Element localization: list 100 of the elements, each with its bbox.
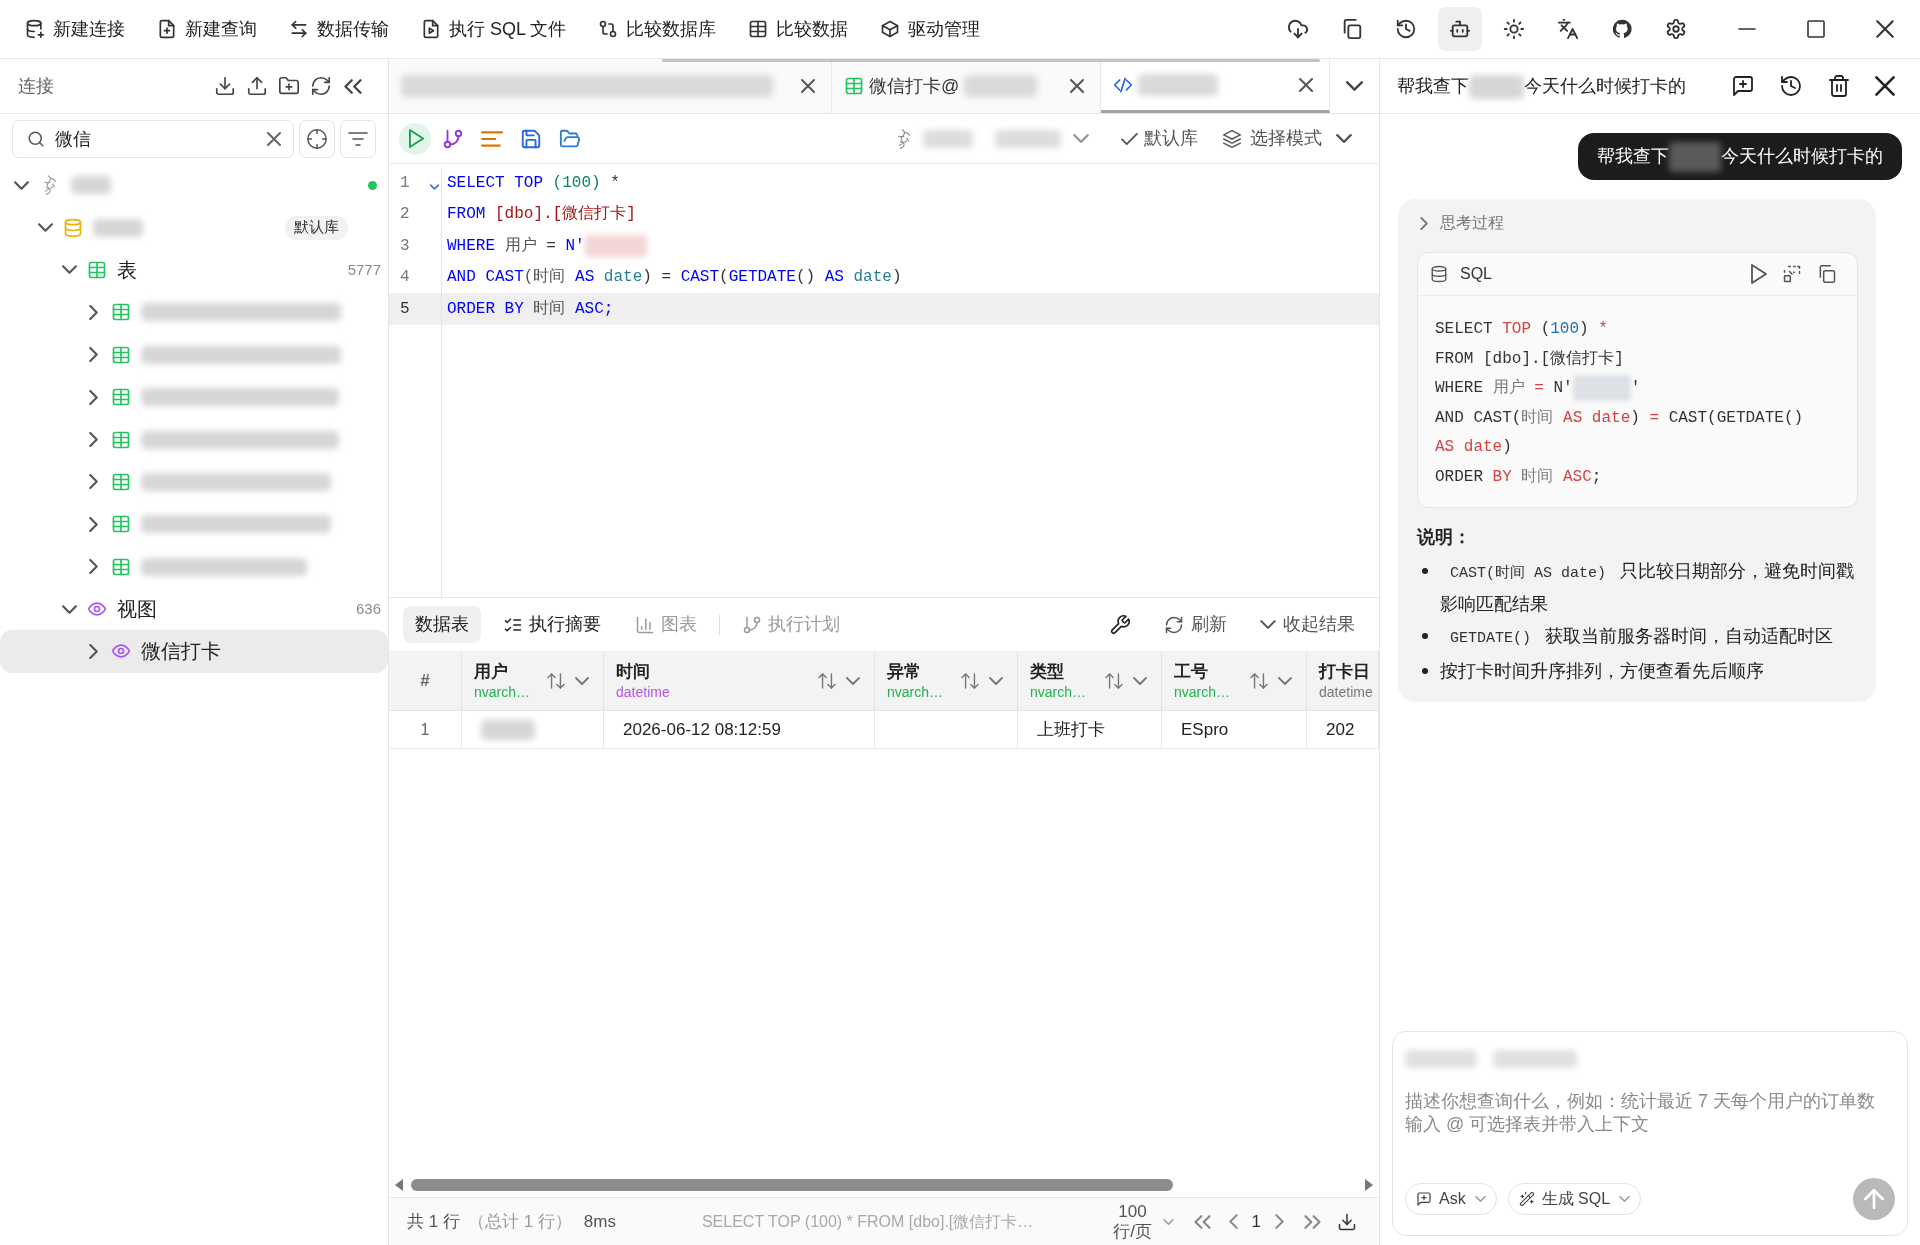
branch-icon: [742, 614, 762, 635]
close-icon[interactable]: [1876, 20, 1894, 38]
tree-item[interactable]: 表 5777: [0, 248, 388, 292]
sort-icon[interactable]: [961, 672, 979, 689]
chevron-right-icon[interactable]: [88, 347, 98, 363]
chevron-right-icon[interactable]: [88, 432, 98, 448]
chevron-right-icon[interactable]: [88, 474, 98, 490]
chevron-down-icon[interactable]: [61, 604, 77, 614]
scrollbar-thumb[interactable]: [411, 1179, 1173, 1191]
tree-item[interactable]: 默认库: [0, 206, 388, 249]
tree-item[interactable]: 视图 636: [0, 587, 388, 631]
note-text: GETDATE() 获取当前服务器时间，自动适配时区: [1449, 625, 1834, 649]
prompt-input[interactable]: 描述你想查询什么，例如：统计最近 7 天每个用户的订单数输入 @ 可选择表并带入上下文: [1405, 1090, 1883, 1160]
toolbar-button[interactable]: 比较数据库: [598, 15, 717, 43]
toolbar-button[interactable]: 新建连接: [25, 15, 125, 43]
thinking-toggle[interactable]: 思考过程: [1417, 211, 1504, 235]
table-cell-text: ESpro: [1181, 718, 1229, 741]
table-icon: [111, 514, 131, 535]
locate-button[interactable]: [299, 120, 335, 158]
chevron-down-icon[interactable]: [61, 265, 77, 275]
maximize-icon[interactable]: [1807, 20, 1825, 38]
previous-page-icon[interactable]: [1228, 1214, 1238, 1229]
chevron-down-icon[interactable]: [37, 223, 53, 233]
play-icon[interactable]: [1751, 264, 1767, 284]
copy-icon[interactable]: [1817, 264, 1837, 284]
upload-icon[interactable]: [246, 75, 268, 97]
save-icon[interactable]: [520, 127, 542, 150]
sort-icon[interactable]: [818, 672, 836, 689]
run-button[interactable]: [399, 122, 431, 155]
toolbar-button[interactable]: 执行 SQL 文件: [421, 15, 567, 43]
search-input[interactable]: 微信: [55, 125, 257, 153]
chevron-right-icon[interactable]: [88, 304, 98, 320]
folder-plus-icon[interactable]: [278, 75, 300, 97]
trash-icon[interactable]: [1827, 74, 1851, 98]
chevron-right-icon[interactable]: [88, 559, 98, 575]
result-action-button[interactable]: 收起结果: [1260, 611, 1355, 638]
history-icon[interactable]: [1779, 74, 1803, 98]
table-cell-text: 上班打卡: [1037, 718, 1105, 741]
close-icon[interactable]: [801, 79, 815, 93]
search-field[interactable]: 微信: [12, 120, 294, 158]
chevron-down-icon[interactable]: [13, 180, 29, 190]
refresh-icon: [1164, 614, 1184, 635]
table-icon: [111, 429, 131, 450]
sort-icon[interactable]: [1250, 672, 1268, 689]
toolbar-button[interactable]: 新建查询: [157, 15, 257, 43]
sort-icon[interactable]: [547, 672, 565, 689]
folder-open-icon[interactable]: [559, 127, 581, 150]
chevron-right-icon[interactable]: [88, 644, 98, 659]
bullet-icon: [1422, 633, 1428, 639]
result-action-button[interactable]: 刷新: [1164, 611, 1227, 638]
column-type: nvarch…: [1030, 682, 1087, 701]
fold-chevron-icon[interactable]: [430, 183, 439, 190]
mode-dropdown[interactable]: 选择模式: [1222, 125, 1352, 152]
bar-chart-icon: [635, 614, 655, 635]
note-text: CAST(时间 AS date) 只比较日期部分，避免时间戳影响匹配结果: [1440, 560, 1856, 616]
chevron-right-icon[interactable]: [88, 516, 98, 532]
assistant-button[interactable]: [1438, 7, 1482, 51]
result-tab[interactable]: 数据表: [403, 606, 481, 643]
filter-button[interactable]: [340, 120, 376, 158]
refresh-icon[interactable]: [310, 75, 332, 97]
close-icon[interactable]: [1875, 76, 1895, 96]
default-db-toggle[interactable]: 默认库: [1121, 125, 1198, 152]
close-icon[interactable]: [1299, 77, 1313, 92]
text-lines-icon[interactable]: [481, 130, 503, 147]
page-size-select[interactable]: 100 行/页: [1108, 1201, 1174, 1242]
scrollbar-thumb[interactable]: [662, 59, 1320, 62]
message-plus-icon[interactable]: [1731, 74, 1755, 98]
search-icon: [27, 130, 45, 148]
bullet-icon: [1422, 568, 1428, 574]
chat-input-box[interactable]: 描述你想查询什么，例如：统计最近 7 天每个用户的订单数输入 @ 可选择表并带入上下文 Ask 生成 SQL: [1392, 1031, 1908, 1236]
chevrons-left-icon[interactable]: [344, 78, 362, 94]
download-icon[interactable]: [1337, 1211, 1357, 1232]
last-page-icon[interactable]: [1304, 1214, 1321, 1229]
toolbar-button[interactable]: 数据传输: [289, 15, 389, 43]
table-cell-text: 2026-06-12 08:12:59: [623, 718, 781, 741]
blurred-text: [71, 176, 111, 195]
blurred-text: [481, 719, 535, 740]
minimize-icon[interactable]: [1737, 28, 1757, 30]
column-title: 类型: [1030, 660, 1065, 683]
download-icon[interactable]: [214, 75, 236, 97]
scroll-left-icon[interactable]: [395, 1179, 403, 1191]
sort-icon[interactable]: [1105, 672, 1123, 689]
tree-item[interactable]: 微信打卡: [0, 630, 388, 673]
close-icon[interactable]: [1070, 79, 1084, 93]
column-title: 时间: [616, 660, 651, 683]
dashed-square-icon[interactable]: [1782, 264, 1802, 284]
first-page-icon[interactable]: [1193, 1214, 1211, 1229]
chevron-down-icon[interactable]: [1346, 81, 1363, 91]
scroll-right-icon[interactable]: [1365, 1179, 1373, 1191]
code-line: SELECT TOP (100) *: [1435, 319, 1608, 340]
play-icon: [408, 129, 424, 148]
chevron-right-icon[interactable]: [88, 389, 98, 405]
toolbar-button[interactable]: 比较数据: [748, 15, 849, 43]
wrench-icon[interactable]: [1109, 613, 1131, 636]
database-plus-icon: [25, 19, 45, 39]
next-page-icon[interactable]: [1275, 1214, 1284, 1229]
toolbar-button[interactable]: 驱动管理: [880, 15, 981, 43]
editor-tab[interactable]: 微信打卡@: [832, 59, 1101, 113]
branch-icon[interactable]: [442, 127, 464, 150]
result-tab[interactable]: 执行摘要: [491, 606, 613, 643]
